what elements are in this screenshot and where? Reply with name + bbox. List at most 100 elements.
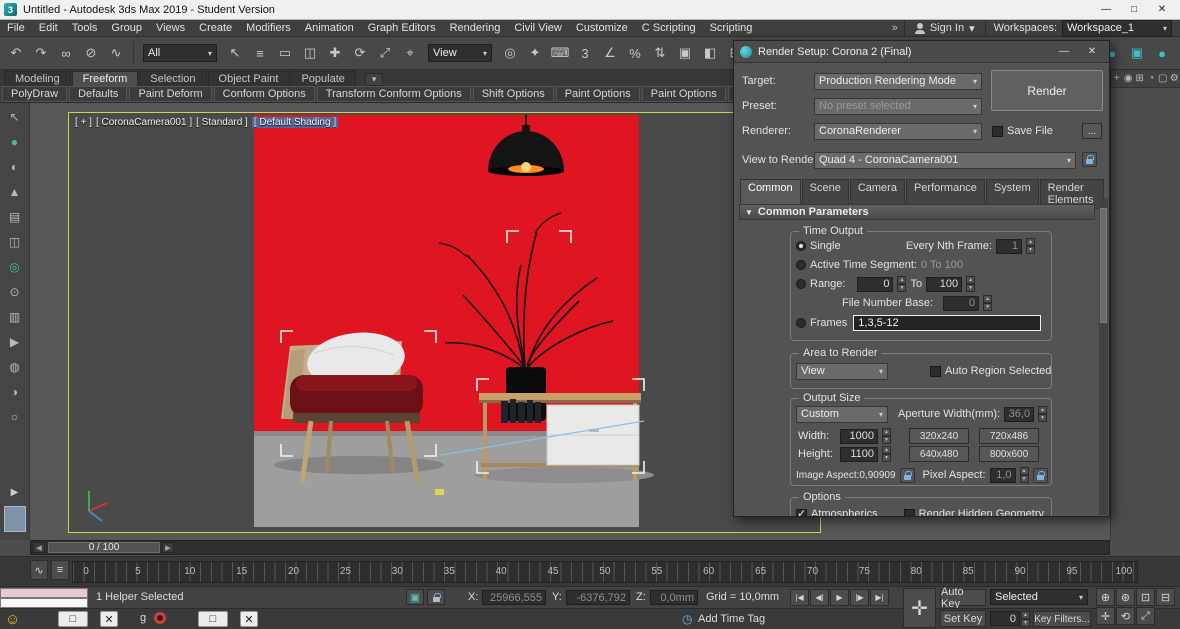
angle-snap-icon[interactable]: ∠: [598, 41, 622, 65]
preset-320x240-button[interactable]: 320x240: [909, 428, 969, 444]
menu-item[interactable]: Scripting: [703, 20, 760, 36]
menu-item[interactable]: File: [0, 20, 32, 36]
range-radio[interactable]: [796, 279, 806, 289]
contrast-icon[interactable]: ◑: [5, 382, 25, 402]
preset-dropdown[interactable]: No preset selected ▾: [814, 98, 982, 115]
ribbon-panel-button[interactable]: Paint Deform: [129, 86, 211, 102]
range-from-field[interactable]: 0: [857, 277, 893, 292]
active-viewport[interactable]: [ + ] [ CoronaCamera001 ] [ Standard ] […: [68, 112, 821, 533]
rows-icon[interactable]: ▥: [5, 307, 25, 327]
file-number-spinner[interactable]: ▲▼: [983, 295, 992, 311]
select-and-link-icon[interactable]: ∞: [54, 41, 78, 65]
go-to-start-button[interactable]: |◀: [790, 589, 809, 606]
mini-curve-editor-button[interactable]: ∿: [30, 560, 48, 580]
render-button[interactable]: Render: [991, 70, 1103, 111]
width-field[interactable]: 1000: [840, 429, 878, 444]
select-by-name-icon[interactable]: ≡: [248, 41, 272, 65]
z-coord-field[interactable]: 0,0mm: [650, 590, 698, 605]
height-spinner[interactable]: ▲▼: [882, 446, 891, 462]
ribbon-panel-button[interactable]: Conform Options: [214, 86, 315, 102]
undo-icon[interactable]: ↶: [4, 41, 28, 65]
current-frame-field[interactable]: 0: [990, 611, 1020, 626]
previous-frame-button[interactable]: ◀|: [810, 589, 829, 606]
zoom-all-icon[interactable]: ⊛: [1116, 588, 1135, 606]
menu-item[interactable]: Edit: [32, 20, 65, 36]
cursor-icon[interactable]: ↖: [5, 107, 25, 127]
ribbon-minimize-icon[interactable]: ▾: [365, 73, 384, 86]
disc-icon[interactable]: ◍: [5, 357, 25, 377]
viewport-menu-plus[interactable]: [ + ]: [75, 117, 92, 128]
ribbon-tab-freeform[interactable]: Freeform: [72, 71, 139, 86]
utilities-panel-icon[interactable]: ⚙: [1169, 73, 1180, 84]
select-and-place-icon[interactable]: ⌖: [398, 41, 422, 65]
render-production-icon[interactable]: ●: [1150, 41, 1174, 65]
zoom-icon[interactable]: ⊕: [1096, 588, 1115, 606]
select-and-manipulate-icon[interactable]: ✦: [523, 41, 547, 65]
zoom-region-icon[interactable]: ⊟: [1156, 588, 1175, 606]
named-selection-sets-icon[interactable]: ▣: [673, 41, 697, 65]
preset-800x600-button[interactable]: 800x600: [979, 446, 1039, 462]
selection-set-dropdown[interactable]: Selected ▾: [990, 589, 1088, 605]
ribbon-panel-button[interactable]: PolyDraw: [2, 86, 67, 102]
percent-snap-icon[interactable]: %: [623, 41, 647, 65]
window-crossing-icon[interactable]: ◫: [298, 41, 322, 65]
target-dropdown[interactable]: Production Rendering Mode ▾: [814, 73, 982, 90]
output-size-dropdown[interactable]: Custom ▾: [796, 406, 888, 423]
use-pivot-center-icon[interactable]: ◎: [498, 41, 522, 65]
time-slider[interactable]: ◀ 0 / 100 ▶: [30, 540, 1110, 555]
render-hidden-checkbox[interactable]: [904, 509, 915, 518]
select-and-rotate-icon[interactable]: ⟳: [348, 41, 372, 65]
viewport-lock-button[interactable]: [1082, 152, 1097, 167]
menu-item[interactable]: Group: [104, 20, 149, 36]
mirror-icon[interactable]: ◧: [698, 41, 722, 65]
window-icon[interactable]: ◫: [5, 232, 25, 252]
spinner-snap-icon[interactable]: ⇅: [648, 41, 672, 65]
sign-in-menu[interactable]: Sign In ▾: [904, 20, 986, 36]
save-file-checkbox[interactable]: [992, 126, 1003, 137]
window-minimize-button[interactable]: —: [1092, 1, 1120, 19]
motion-panel-icon[interactable]: ◔: [1146, 73, 1158, 84]
save-file-browse-button[interactable]: ...: [1082, 123, 1102, 139]
workspace-dropdown[interactable]: Workspace_1 ▾: [1062, 20, 1172, 37]
height-field[interactable]: 1100: [840, 447, 878, 462]
reference-coordinate-dropdown[interactable]: View ▾: [428, 44, 492, 62]
helper-marker[interactable]: [435, 489, 444, 495]
window-close-button[interactable]: ✕: [1148, 1, 1176, 19]
y-coord-field[interactable]: -6376,792: [566, 590, 630, 605]
menu-item[interactable]: Tools: [65, 20, 105, 36]
menu-item[interactable]: Animation: [298, 20, 361, 36]
time-slider-prev-button[interactable]: ◀: [33, 542, 45, 553]
keyboard-override-icon[interactable]: ⌨: [548, 41, 572, 65]
frames-field[interactable]: 1,3,5-12: [853, 315, 1041, 331]
area-to-render-dropdown[interactable]: View ▾: [796, 363, 888, 380]
track-bar-filter-icon[interactable]: ≡: [51, 560, 69, 580]
rendered-frame-window-icon[interactable]: ▣: [1125, 41, 1149, 65]
single-radio[interactable]: [796, 241, 806, 251]
aperture-field[interactable]: 36,0: [1004, 407, 1034, 422]
add-time-tag-button[interactable]: Add Time Tag: [698, 613, 765, 625]
dialog-scrollbar[interactable]: [1099, 198, 1108, 515]
select-and-scale-icon[interactable]: ⤢: [373, 41, 397, 65]
zoom-extents-icon[interactable]: ⊡: [1136, 588, 1155, 606]
play-button[interactable]: ▶: [830, 589, 849, 606]
pan-view-icon[interactable]: ✛: [1096, 607, 1115, 625]
modify-panel-icon[interactable]: ◉: [1123, 73, 1135, 84]
active-time-radio[interactable]: [796, 260, 806, 270]
isolate-selection-toggle[interactable]: ▣: [406, 589, 424, 605]
dot-circle-icon[interactable]: ⊙: [5, 282, 25, 302]
create-panel-icon[interactable]: +: [1111, 73, 1123, 84]
window-maximize-button[interactable]: □: [1120, 1, 1148, 19]
rectangular-selection-region-icon[interactable]: ▭: [273, 41, 297, 65]
orbit-icon[interactable]: ⟲: [1116, 607, 1135, 625]
next-frame-button[interactable]: |▶: [850, 589, 869, 606]
time-slider-next-button[interactable]: ▶: [162, 542, 174, 553]
image-aspect-lock-button[interactable]: [900, 468, 915, 483]
target-icon[interactable]: ◎: [5, 257, 25, 277]
sphere-icon[interactable]: ●: [5, 132, 25, 152]
toolbar-overflow-chevron[interactable]: »: [886, 22, 904, 34]
preset-640x480-button[interactable]: 640x480: [909, 446, 969, 462]
bind-to-space-warp-icon[interactable]: ∿: [104, 41, 128, 65]
ribbon-panel-button[interactable]: Paint Options: [642, 86, 726, 102]
navigation-pad-button[interactable]: ✛: [903, 588, 936, 628]
range-to-field[interactable]: 100: [926, 277, 962, 292]
